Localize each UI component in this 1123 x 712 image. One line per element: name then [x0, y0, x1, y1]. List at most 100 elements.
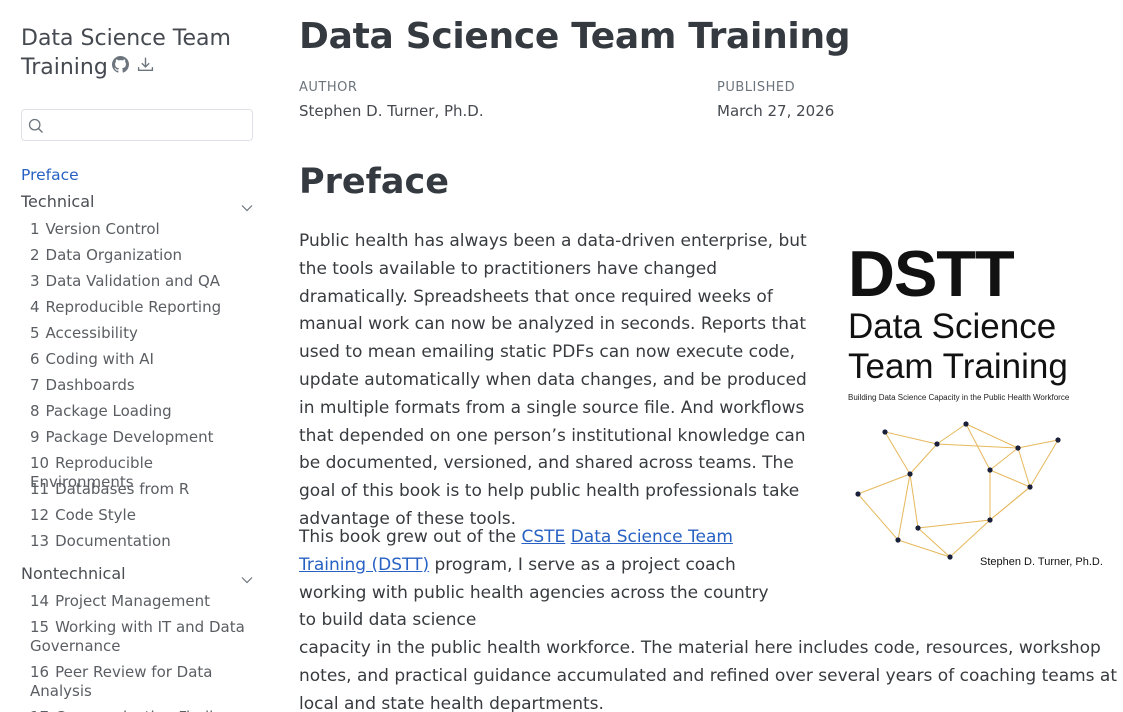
network-node [963, 421, 969, 427]
network-edge [857, 493, 899, 541]
chapter-label: Package Loading [45, 402, 172, 420]
chevron-down-icon[interactable] [241, 569, 253, 588]
section-label[interactable]: Technical [21, 192, 94, 211]
chapter-number: 6 [30, 350, 40, 368]
chapter-number: 15 [30, 618, 50, 636]
sidebar-chapter-item[interactable]: 5 Accessibility [30, 324, 260, 343]
chapter-number: 10 [30, 454, 50, 472]
sidebar-chapter-item[interactable]: 3 Data Validation and QA [30, 272, 260, 291]
chapter-number: 1 [30, 220, 40, 238]
sidebar-chapter-item[interactable]: 7 Dashboards [30, 376, 260, 395]
network-node [1015, 445, 1021, 451]
cste-link[interactable]: CSTE [522, 527, 566, 547]
sidebar-chapter-item[interactable]: 14 Project Management [30, 592, 260, 611]
network-edge [897, 473, 911, 541]
network-edge [936, 423, 967, 445]
network-node [987, 517, 993, 523]
sidebar-chapter-item[interactable]: 11 Databases from R [30, 480, 260, 499]
chapter-label: Communicating Findings [55, 708, 240, 712]
sidebar-chapter-item[interactable]: 4 Reproducible Reporting [30, 298, 260, 317]
network-edge [884, 431, 938, 445]
network-edge [909, 443, 938, 475]
network-edge [857, 473, 911, 495]
sidebar: Data Science Team Training Preface Techn… [0, 0, 270, 712]
chevron-down-icon[interactable] [241, 197, 253, 216]
chapter-number: 5 [30, 324, 40, 342]
sidebar-chapter-item[interactable]: 17 Communicating Findings [30, 708, 260, 712]
chapter-label: Package Development [45, 428, 214, 446]
chapter-label: Documentation [55, 532, 171, 550]
network-edge [949, 519, 991, 558]
cover-tagline: Building Data Science Capacity in the Pu… [848, 393, 1070, 402]
sidebar-chapter-item[interactable]: 12 Code Style [30, 506, 260, 525]
chapter-number: 17 [30, 708, 49, 712]
network-node [895, 537, 901, 543]
chapter-label: Coding with AI [45, 350, 154, 368]
chapter-number: 14 [30, 592, 50, 610]
page-title: Data Science Team Training [299, 16, 851, 57]
chapter-label: Working with IT and Data Governance [30, 618, 245, 655]
sidebar-chapter-item[interactable]: 6 Coding with AI [30, 350, 260, 369]
chapter-number: 3 [30, 272, 40, 290]
sidebar-chapter-item[interactable]: 1 Version Control [30, 220, 260, 239]
published-label: PUBLISHED [717, 80, 796, 95]
chapter-number: 2 [30, 246, 40, 264]
network-edge [965, 423, 991, 471]
network-edge [989, 447, 1019, 471]
download-icon[interactable] [137, 56, 154, 73]
chapter-label: Data Organization [45, 246, 183, 264]
network-node [1055, 437, 1061, 443]
paragraph: Public health has always been a data-dri… [299, 231, 807, 529]
book-cover-image: DSTT Data Science Team Training Building… [840, 240, 1110, 580]
sidebar-chapter-item[interactable]: 15 Working with IT and Data Governance [30, 618, 260, 656]
network-edge [917, 519, 991, 529]
paragraph-intro: This book grew out of the CSTE Data Scie… [299, 524, 769, 635]
network-node [855, 491, 861, 497]
paragraph-text: capacity in the public health workforce.… [299, 638, 1118, 712]
chapter-label: Dashboards [45, 376, 135, 394]
network-node [947, 554, 953, 560]
network-edge [909, 473, 919, 529]
sidebar-section-nontechnical[interactable]: Nontechnical [21, 564, 257, 584]
network-edge [1029, 439, 1059, 488]
network-node [915, 525, 921, 531]
network-edge [989, 469, 1031, 488]
paragraph-text: This book grew out of the [299, 527, 522, 547]
network-node [934, 441, 940, 447]
network-graphic [855, 421, 1061, 560]
search-box[interactable] [21, 109, 253, 141]
chapter-label: Data Validation and QA [45, 272, 221, 290]
chapter-number: 7 [30, 376, 40, 394]
network-edge [917, 527, 951, 558]
search-input[interactable] [48, 114, 248, 136]
cover-subtitle: Team Training [848, 347, 1068, 386]
chapter-label: Databases from R [55, 480, 190, 498]
chapter-number: 13 [30, 532, 50, 550]
sidebar-chapter-item[interactable]: 2 Data Organization [30, 246, 260, 265]
sidebar-section-technical[interactable]: Technical [21, 192, 257, 212]
author-name: Stephen D. Turner, Ph.D. [299, 102, 484, 120]
chapter-number: 4 [30, 298, 40, 316]
search-icon [28, 118, 44, 138]
chapter-label: Reproducible Reporting [45, 298, 222, 316]
sidebar-chapter-item[interactable]: 8 Package Loading [30, 402, 260, 421]
section-label[interactable]: Nontechnical [21, 564, 126, 583]
cover-title: DSTT [848, 237, 1015, 310]
site-title[interactable]: Data Science Team Training [21, 24, 251, 82]
chapter-label: Accessibility [45, 324, 138, 342]
github-icon[interactable] [111, 56, 129, 73]
network-node [987, 467, 993, 473]
sidebar-item-preface[interactable]: Preface [21, 166, 79, 184]
sidebar-chapter-item[interactable]: 9 Package Development [30, 428, 260, 447]
section-heading: Preface [299, 162, 449, 202]
network-edge [1017, 447, 1031, 488]
sidebar-chapter-item[interactable]: 13 Documentation [30, 532, 260, 551]
chapter-label: Project Management [55, 592, 210, 610]
network-edge [965, 423, 1019, 449]
network-node [882, 429, 888, 435]
sidebar-chapter-item[interactable]: 16 Peer Review for Data Analysis [30, 663, 260, 701]
chapter-label: Peer Review for Data Analysis [30, 663, 213, 700]
chapter-number: 9 [30, 428, 40, 446]
chapter-number: 12 [30, 506, 50, 524]
network-node [907, 471, 913, 477]
